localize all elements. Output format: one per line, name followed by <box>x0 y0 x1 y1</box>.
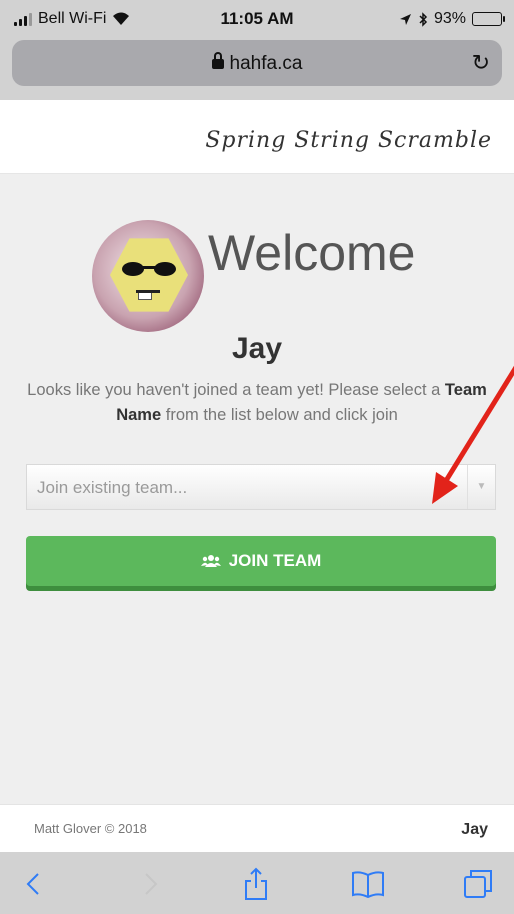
instructions-text: Looks like you haven't joined a team yet… <box>27 381 487 424</box>
welcome-heading: Welcome <box>208 225 416 281</box>
browser-chrome: Bell Wi-Fi 11:05 AM 93% hahfa.ca ↻ <box>0 0 514 100</box>
status-right: 93% <box>399 10 505 28</box>
back-icon[interactable] <box>12 862 56 906</box>
footer-user-name: Jay <box>461 821 488 838</box>
url-bar[interactable]: hahfa.ca ↻ <box>12 40 502 86</box>
location-icon <box>399 13 411 25</box>
browser-toolbar <box>0 852 514 914</box>
page-footer: Matt Glover © 2018 Jay <box>0 804 514 852</box>
url-text: hahfa.ca <box>229 53 303 74</box>
avatar <box>92 220 204 332</box>
share-icon[interactable] <box>234 862 278 906</box>
forward-icon[interactable] <box>128 862 172 906</box>
copyright-text: Matt Glover © 2018 <box>34 821 147 836</box>
bookmarks-icon[interactable] <box>346 862 390 906</box>
team-select-placeholder: Join existing team... <box>37 478 188 497</box>
status-bar: Bell Wi-Fi 11:05 AM 93% <box>0 0 514 38</box>
battery-percent: 93% <box>433 10 466 27</box>
team-select[interactable]: Join existing team... ▼ <box>26 464 496 510</box>
tabs-icon[interactable] <box>456 862 500 906</box>
site-header: Spring String Scramble <box>0 100 514 174</box>
lock-icon <box>211 52 224 69</box>
main-content: Welcome Jay Looks like you haven't joine… <box>0 174 514 804</box>
join-team-label: JOIN TEAM <box>228 551 322 570</box>
bluetooth-icon <box>419 11 428 27</box>
sunglasses-icon <box>118 262 180 276</box>
chevron-down-icon[interactable]: ▼ <box>467 465 495 509</box>
join-team-button[interactable]: JOIN TEAM <box>26 536 496 586</box>
users-icon <box>200 555 221 567</box>
reload-icon[interactable]: ↻ <box>472 50 490 76</box>
battery-icon <box>472 12 505 26</box>
url-display[interactable]: hahfa.ca <box>12 52 502 75</box>
user-name: Jay <box>231 332 283 365</box>
brand-title: Spring String Scramble <box>205 128 492 153</box>
